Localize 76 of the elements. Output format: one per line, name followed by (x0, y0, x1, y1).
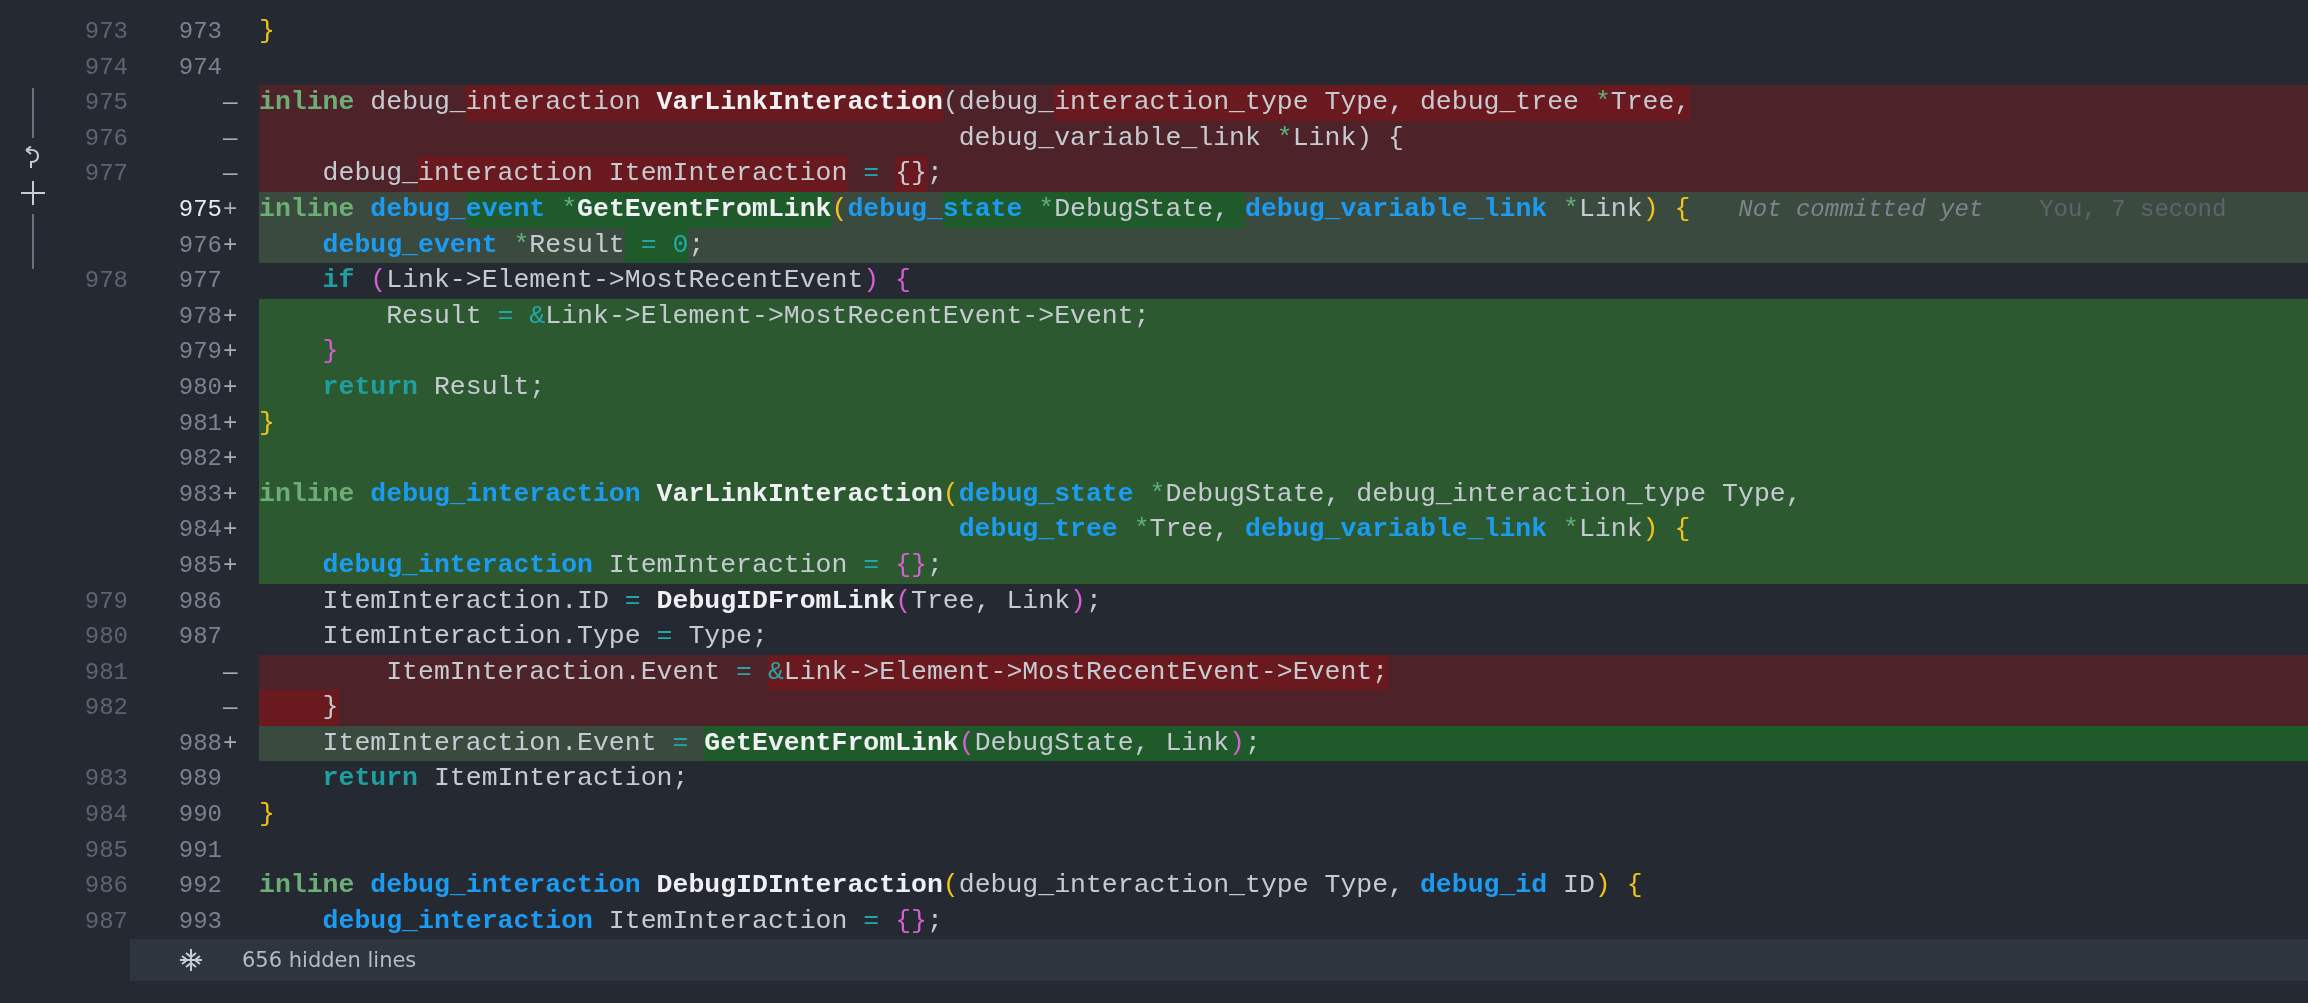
line-number: 978 (83, 266, 129, 297)
code-line: debug_event *Result = 0; (259, 227, 705, 264)
diff-marker: — (222, 657, 239, 688)
line-number: 978 (177, 301, 222, 332)
code-line: return ItemInteraction; (321, 762, 689, 796)
line-number: 992 (177, 871, 222, 902)
diff-marker: + (222, 515, 239, 546)
code-line: Result = &Link->Element->MostRecentEvent->Event; (385, 299, 1150, 333)
line-number: 989 (177, 764, 222, 795)
code-line: debug_interaction ItemInteraction = {}; (321, 904, 943, 938)
line-number: 991 (177, 835, 222, 866)
line-number: 973 (83, 17, 129, 47)
line-number: 973 (177, 17, 222, 47)
code-line: } (259, 798, 275, 832)
line-number: 979 (83, 586, 129, 617)
line-number: 975 (83, 88, 129, 119)
diff-marker: — (222, 693, 239, 724)
code-line: inline debug_interaction DebugIDInteraction(debug_interaction_type Type, debug_id ID) { (259, 869, 1643, 903)
code-line: return Result; (321, 370, 546, 404)
diff-marker: — (222, 123, 239, 154)
diff-marker: — (222, 159, 239, 190)
line-number: 981 (177, 408, 222, 439)
diff-marker: + (222, 444, 239, 475)
diff-marker: + (222, 337, 239, 368)
line-number: 983 (177, 479, 222, 510)
diff-marker: + (222, 194, 239, 225)
line-number: 985 (83, 835, 129, 866)
line-number: 983 (83, 764, 129, 795)
code-line: ItemInteraction.Type = Type; (321, 620, 768, 654)
code-line: debug_tree *Tree, debug_variable_link *Link) { (957, 513, 1691, 547)
line-number: 976 (83, 123, 129, 154)
line-number: 976 (177, 230, 222, 261)
code-line: } (259, 406, 275, 440)
line-number: 988 (177, 728, 222, 759)
diff-marker: + (222, 408, 239, 439)
code-line: inline debug_interaction VarLinkInteraction(debug_interaction_type Type, debug_tree *Tree, (259, 85, 1691, 121)
line-number: 977 (177, 266, 222, 297)
line-number: 979 (177, 337, 222, 368)
code-line: } (321, 335, 339, 369)
diff-marker: + (222, 301, 239, 332)
line-number: 980 (83, 622, 129, 653)
line-number: 985 (177, 550, 222, 581)
diff-marker: — (222, 88, 239, 119)
code-line: debug_variable_link *Link) { (957, 121, 1404, 155)
diff-marker: + (222, 372, 239, 403)
expand-icon[interactable] (178, 947, 204, 974)
line-number: 974 (83, 52, 129, 83)
diff-marker: + (222, 230, 239, 261)
diff-marker: + (222, 728, 239, 759)
code-line: if (Link->Element->MostRecentEvent) { (321, 264, 912, 298)
line-number: 981 (83, 657, 129, 688)
hidden-lines-label: 656 hidden lines (242, 948, 417, 973)
line-number: 982 (83, 693, 129, 724)
line-number: 982 (177, 444, 222, 475)
line-number: 990 (177, 800, 222, 831)
line-number: 975 (177, 194, 222, 225)
line-number: 980 (177, 372, 222, 403)
diff-marker: + (222, 479, 239, 510)
code-line: inline debug_interaction VarLinkInteraction(debug_state *DebugState, debug_interaction_type Type, (259, 477, 1802, 511)
hidden-lines-bar[interactable]: 656 hidden lines (130, 939, 2308, 982)
line-number: 977 (83, 159, 129, 190)
line-number: 984 (177, 515, 222, 546)
line-number: 993 (177, 906, 222, 937)
line-number: 987 (83, 906, 129, 937)
code-line: debug_interaction ItemInteraction = {}; (321, 548, 943, 582)
diff-marker: + (222, 550, 239, 581)
plus-icon[interactable] (20, 180, 46, 206)
code-line: inline debug_event *GetEventFromLink(debug_state *DebugState, debug_variable_link *Link) { (259, 191, 1691, 228)
code-line: ItemInteraction.ID = DebugIDFromLink(Tree, Link); (321, 584, 1102, 618)
line-number: 984 (83, 800, 129, 831)
line-number: 974 (177, 52, 222, 83)
blame-message: Not committed yet (1738, 194, 1984, 225)
line-number: 987 (177, 622, 222, 653)
code-line: } (259, 15, 275, 48)
line-number: 986 (83, 871, 129, 902)
line-number: 986 (177, 586, 222, 617)
